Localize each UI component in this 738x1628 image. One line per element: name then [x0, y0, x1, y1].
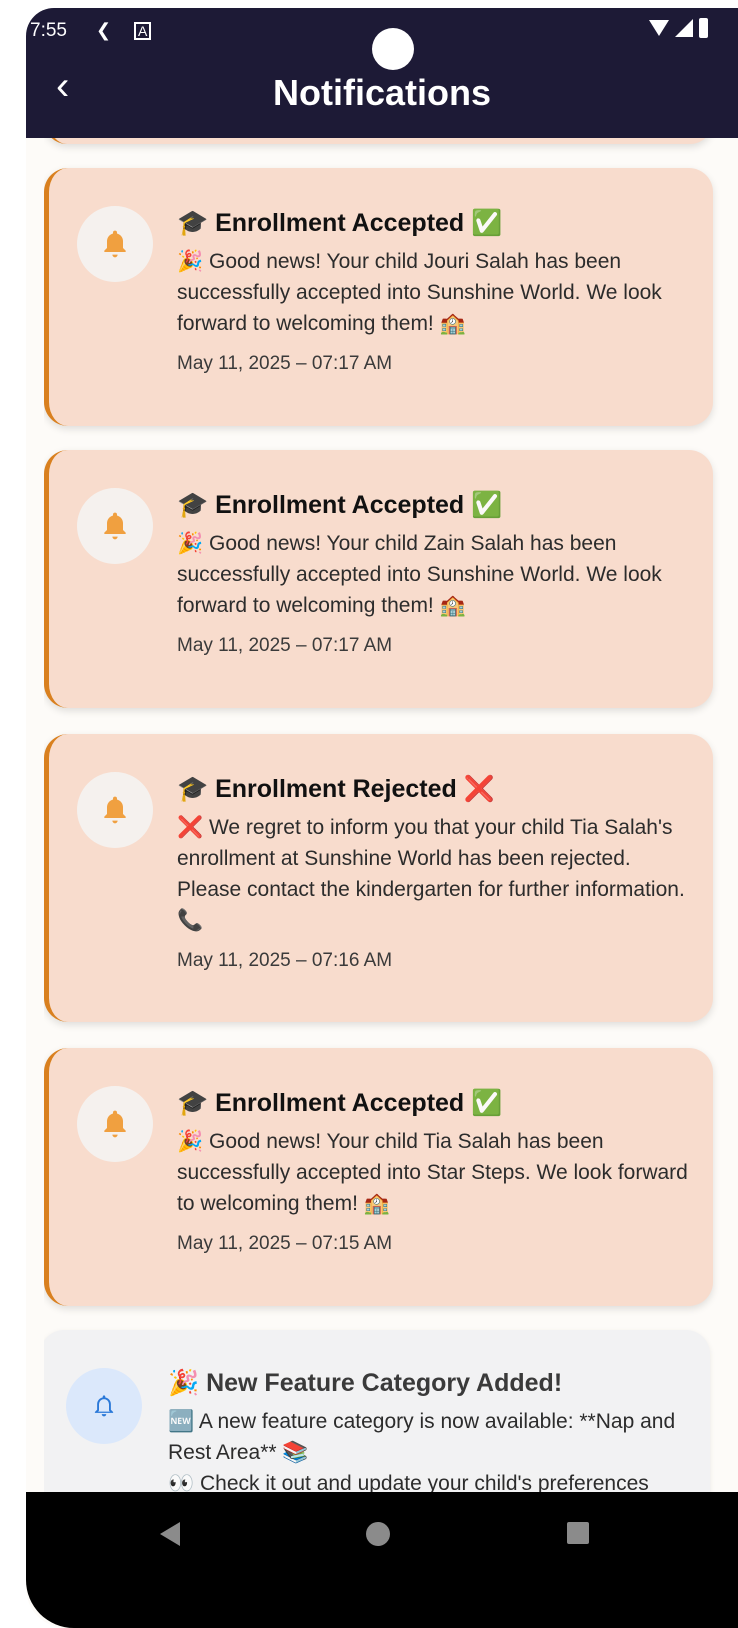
notification-date: May 11, 2025 – 07:17 AM	[177, 353, 393, 374]
recents-square-icon[interactable]	[567, 1522, 589, 1544]
notification-a-icon: A	[134, 22, 152, 40]
notification-card-partial[interactable]	[44, 138, 713, 144]
notification-title: 🎓 Enrollment Accepted ✅	[177, 1089, 503, 1117]
wifi-icon	[649, 20, 669, 36]
notification-title: 🎓 Enrollment Rejected ❌	[177, 775, 495, 803]
notification-title: 🎓 Enrollment Accepted ✅	[177, 209, 503, 237]
app-header: 7:55 ❮ A ‹ Notifications	[26, 8, 738, 138]
notification-body: ❌ We regret to inform you that your chil…	[177, 816, 685, 932]
battery-icon	[699, 18, 708, 38]
notification-title: 🎓 Enrollment Accepted ✅	[177, 491, 503, 519]
status-time: 7:55	[30, 20, 67, 41]
bell-icon	[77, 772, 153, 848]
camera-cutout	[372, 28, 414, 70]
notification-date: May 11, 2025 – 07:16 AM	[177, 950, 393, 971]
home-circle-icon[interactable]	[366, 1522, 390, 1546]
cell-signal-icon	[675, 19, 693, 37]
back-triangle-icon[interactable]	[160, 1522, 180, 1546]
notification-card[interactable]: 🎓 Enrollment Accepted ✅ 🎉 Good news! You…	[44, 168, 713, 426]
notification-body: 🎉 Good news! Your child Tia Salah has be…	[177, 1130, 688, 1215]
notification-body: 🆕 A new feature category is now availabl…	[168, 1410, 676, 1464]
notification-title: 🎉 New Feature Category Added!	[168, 1369, 563, 1397]
bell-icon	[77, 206, 153, 282]
notification-body: 🎉 Good news! Your child Jouri Salah has …	[177, 250, 662, 335]
bell-outline-icon	[66, 1368, 142, 1444]
usb-debug-icon: ❮	[96, 20, 112, 40]
status-icons	[649, 18, 708, 38]
notification-body: 🎉 Good news! Your child Zain Salah has b…	[177, 532, 662, 617]
notification-date: May 11, 2025 – 07:17 AM	[177, 635, 393, 656]
notification-card[interactable]: 🎓 Enrollment Accepted ✅ 🎉 Good news! You…	[44, 1048, 713, 1306]
notification-date: May 11, 2025 – 07:15 AM	[177, 1233, 393, 1254]
notification-card[interactable]: 🎓 Enrollment Rejected ❌ ❌ We regret to i…	[44, 734, 713, 1022]
bell-icon	[77, 488, 153, 564]
notification-card[interactable]: 🎓 Enrollment Accepted ✅ 🎉 Good news! You…	[44, 450, 713, 708]
notifications-list[interactable]: 🎓 Enrollment Accepted ✅ 🎉 Good news! You…	[44, 138, 738, 1540]
bell-icon	[77, 1086, 153, 1162]
page-title: Notifications	[272, 72, 491, 113]
system-nav-bar	[26, 1492, 738, 1628]
